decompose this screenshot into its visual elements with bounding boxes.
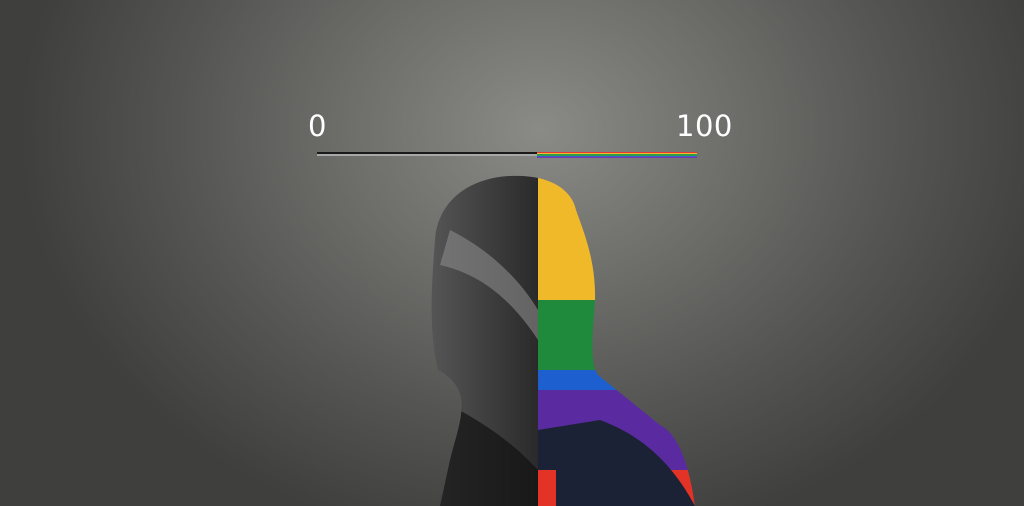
flag-band	[538, 300, 695, 370]
scale-stripe	[537, 156, 697, 159]
flag-band	[538, 370, 695, 390]
scale-min-label: 0	[308, 109, 327, 143]
progress-scale-rainbow-part	[537, 152, 697, 159]
progress-scale	[317, 152, 697, 159]
hero-image: 0 100	[0, 0, 1024, 506]
flag-band	[538, 260, 695, 300]
scale-max-label: 100	[676, 109, 733, 143]
flag-band	[538, 175, 695, 260]
progress-scale-grayscale-part	[317, 152, 538, 156]
figure-rainbow-half	[538, 175, 695, 506]
person-wrapped-in-flag-icon	[431, 175, 695, 506]
flag-band	[538, 470, 556, 506]
